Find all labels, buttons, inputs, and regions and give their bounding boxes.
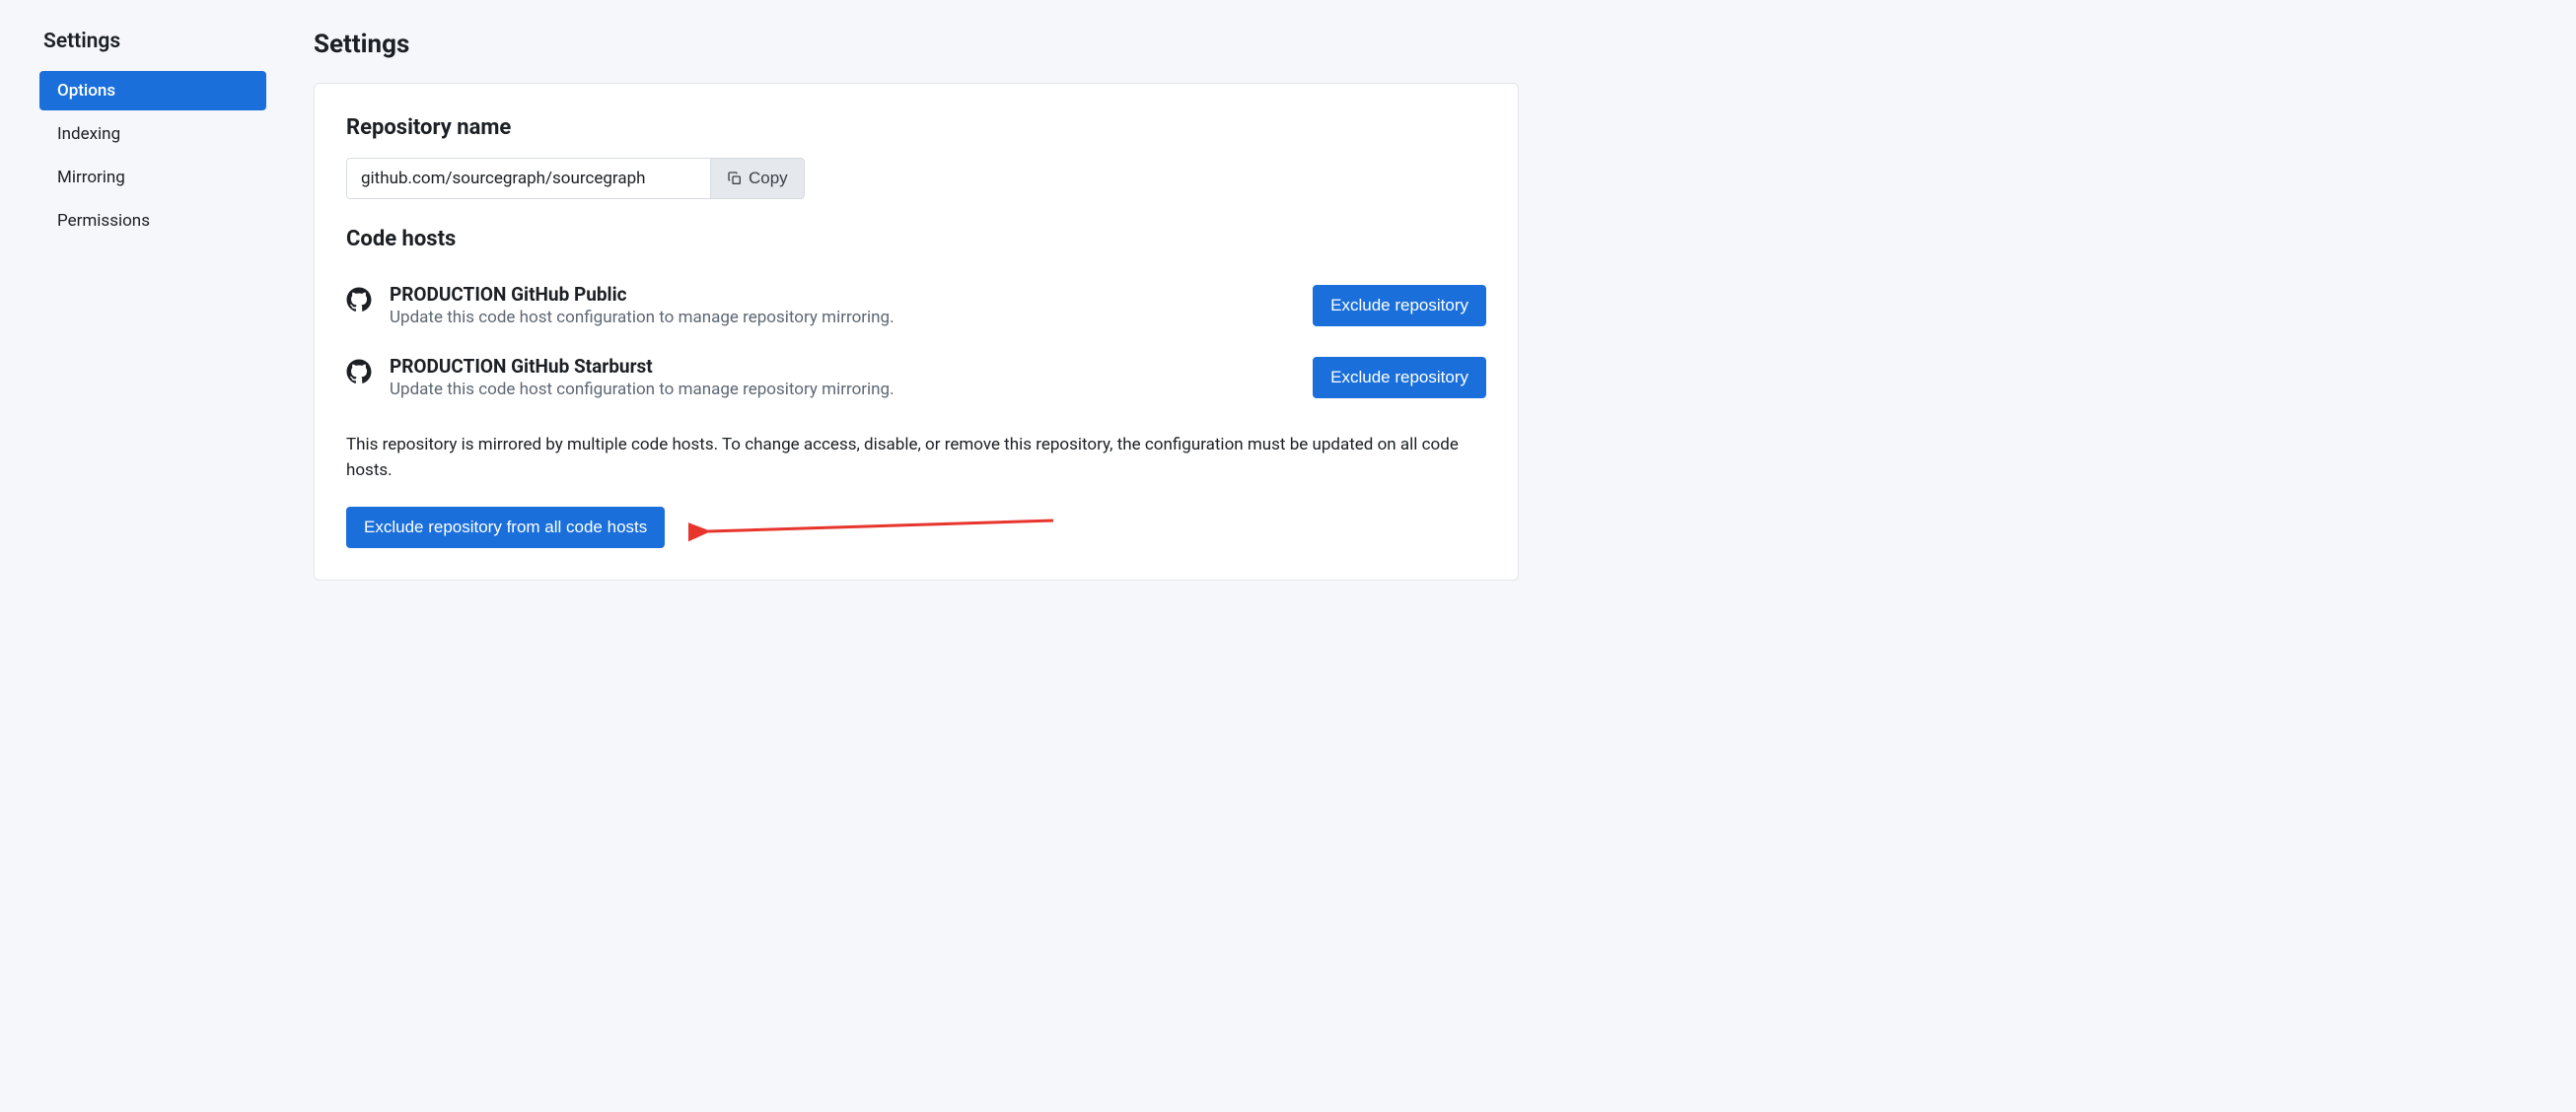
main-content: Settings Repository name Copy Code hosts [314, 30, 1519, 581]
settings-card: Repository name Copy Code hosts [314, 83, 1519, 581]
repo-name-title: Repository name [346, 115, 1486, 140]
repo-name-input[interactable] [346, 158, 711, 199]
arrow-annotation-icon [688, 513, 1063, 542]
exclude-repository-button[interactable]: Exclude repository [1313, 357, 1486, 398]
host-name: PRODUCTION GitHub Starburst [390, 355, 1295, 378]
github-icon [346, 287, 372, 313]
sidebar-item-label: Permissions [57, 211, 150, 231]
exclude-all-row: Exclude repository from all code hosts [346, 507, 1486, 548]
exclude-repository-button[interactable]: Exclude repository [1313, 285, 1486, 326]
sidebar-item-options[interactable]: Options [39, 71, 266, 110]
repo-name-row: Copy [346, 158, 1486, 199]
page-title: Settings [314, 30, 1519, 59]
sidebar-item-label: Indexing [57, 124, 120, 144]
code-hosts-title: Code hosts [346, 227, 1486, 251]
sidebar-item-indexing[interactable]: Indexing [39, 114, 266, 154]
sidebar: Settings Options Indexing Mirroring Perm… [39, 30, 266, 581]
host-row: PRODUCTION GitHub Starburst Update this … [346, 341, 1486, 413]
host-desc: Update this code host configuration to m… [390, 380, 1295, 399]
host-row: PRODUCTION GitHub Public Update this cod… [346, 269, 1486, 341]
sidebar-item-mirroring[interactable]: Mirroring [39, 158, 266, 197]
host-info: PRODUCTION GitHub Starburst Update this … [390, 355, 1295, 399]
github-icon [346, 359, 372, 384]
copy-icon [727, 171, 743, 186]
sidebar-item-label: Options [57, 81, 115, 101]
host-name: PRODUCTION GitHub Public [390, 283, 1295, 306]
sidebar-item-label: Mirroring [57, 168, 125, 187]
mirror-info-text: This repository is mirrored by multiple … [346, 433, 1486, 483]
sidebar-title: Settings [39, 30, 266, 53]
host-desc: Update this code host configuration to m… [390, 308, 1295, 327]
copy-button[interactable]: Copy [711, 158, 805, 199]
host-list: PRODUCTION GitHub Public Update this cod… [346, 269, 1486, 413]
host-info: PRODUCTION GitHub Public Update this cod… [390, 283, 1295, 327]
exclude-all-button[interactable]: Exclude repository from all code hosts [346, 507, 665, 548]
copy-button-label: Copy [749, 169, 788, 188]
sidebar-item-permissions[interactable]: Permissions [39, 201, 266, 241]
